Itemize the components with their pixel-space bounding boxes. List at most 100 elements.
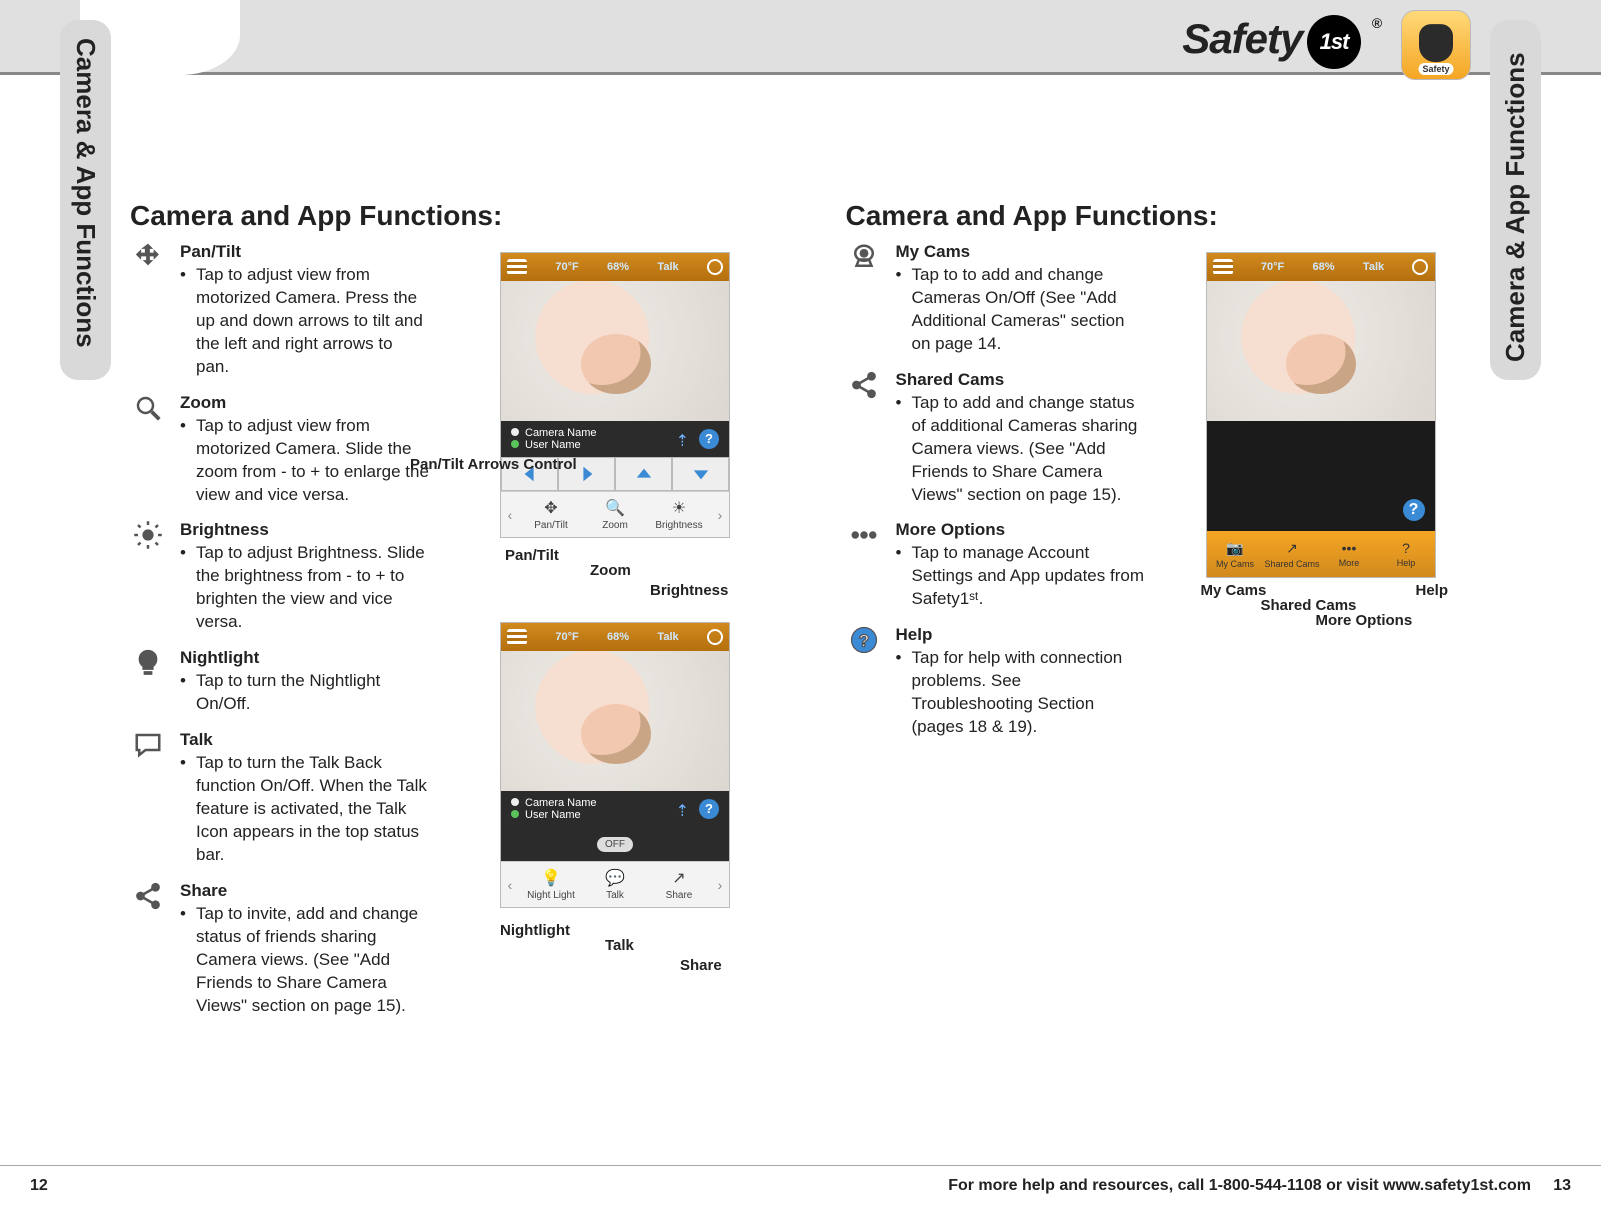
page-number-right: 13	[1553, 1177, 1571, 1194]
feature-desc: Tap for help with connection problems. S…	[896, 647, 1146, 739]
feature-desc: Tap to adjust view from motorized Camera…	[180, 415, 430, 507]
feature-help: ? Help Tap for help with connection prob…	[846, 625, 1146, 739]
dark-panel: ?	[1207, 421, 1435, 531]
phone-top-bar: 70°F 68% Talk	[1207, 253, 1435, 281]
tab-sharedcams: ↗Shared Cams	[1264, 531, 1321, 577]
temp-value: 70°F	[1261, 261, 1284, 273]
feature-title: Help	[896, 625, 1146, 645]
brand-badge: 1st	[1307, 15, 1361, 69]
nav-next: ›	[711, 862, 729, 907]
feature-desc: Tap to turn the Nightlight On/Off.	[180, 670, 430, 716]
phone-screenshot-2: 70°F 68% Talk Camera Name User Name ⇡ ?	[500, 622, 730, 908]
feature-title: Shared Cams	[896, 370, 1146, 390]
tab-nightlight: 💡Night Light	[519, 862, 583, 907]
menu-icon	[1213, 259, 1233, 275]
phone-top-bar: 70°F 68% Talk	[501, 253, 729, 281]
help-feature-icon: ?	[846, 625, 882, 661]
user-name: User Name	[525, 809, 581, 821]
share-icon	[130, 881, 166, 917]
right-column: Camera and App Functions: My Cams Tap to…	[846, 200, 1472, 1150]
humid-value: 68%	[607, 261, 629, 273]
zoom-icon	[130, 393, 166, 429]
toggle-bar: OFF	[501, 827, 729, 861]
page-footer: 12 For more help and resources, call 1-8…	[0, 1165, 1601, 1205]
phone-bottom-tabs: 📷My Cams ↗Shared Cams •••More ?Help	[1207, 531, 1435, 577]
left-column: Camera and App Functions: Pan/Tilt Tap t…	[130, 200, 756, 1150]
app-icon-label: Safety	[1418, 63, 1453, 75]
brightness-icon	[130, 520, 166, 556]
tab-mycams: 📷My Cams	[1207, 531, 1264, 577]
feature-title: Pan/Tilt	[180, 242, 430, 262]
talk-status: Talk	[1363, 261, 1384, 273]
content-columns: Camera and App Functions: Pan/Tilt Tap t…	[130, 200, 1471, 1150]
feature-mycams: My Cams Tap to to add and change Cameras…	[846, 242, 1146, 356]
feature-title: My Cams	[896, 242, 1146, 262]
callout-talk: Talk	[605, 937, 634, 954]
humid-value: 68%	[1313, 261, 1335, 273]
brand-logo: Safety 1st ®	[1182, 15, 1381, 69]
side-tab-right: Camera & App Functions	[1490, 20, 1541, 380]
callout-pantilt: Pan/Tilt	[505, 547, 559, 564]
wifi-icon: ⇡	[676, 801, 689, 821]
feature-title: Brightness	[180, 520, 430, 540]
callout-help: Help	[1416, 582, 1449, 599]
help-icon: ?	[699, 799, 719, 819]
feature-title: More Options	[896, 520, 1146, 540]
camera-name: Camera Name	[525, 797, 597, 809]
gear-icon	[707, 629, 723, 645]
feature-zoom: Zoom Tap to adjust view from motorized C…	[130, 393, 430, 507]
video-feed	[1207, 281, 1435, 421]
phone-screenshot-3: 70°F 68% Talk ? 📷My Cams ↗Shared Cams	[1206, 252, 1436, 578]
feature-desc: Tap to adjust Brightness. Slide the brig…	[180, 542, 430, 634]
header: Safety 1st ® Safety	[0, 0, 1601, 110]
video-feed	[501, 651, 729, 791]
help-icon: ?	[699, 429, 719, 449]
phone-tab-bar-2: ‹ 💡Night Light 💬Talk ↗Share ›	[501, 861, 729, 907]
page: Safety 1st ® Safety Camera & App Functio…	[0, 0, 1601, 1205]
brand-registered: ®	[1372, 15, 1381, 31]
menu-icon	[507, 259, 527, 275]
toggle-switch: OFF	[597, 837, 633, 852]
feature-brightness: Brightness Tap to adjust Brightness. Sli…	[130, 520, 430, 634]
svg-text:?: ?	[858, 631, 869, 651]
callout-share: Share	[680, 957, 722, 974]
feature-desc: Tap to turn the Talk Back function On/Of…	[180, 752, 430, 867]
temp-value: 70°F	[555, 261, 578, 273]
tab-brightness: ☀Brightness	[647, 492, 711, 537]
feature-desc: Tap to invite, add and change status of …	[180, 903, 430, 1018]
tab-help: ?Help	[1378, 531, 1435, 577]
footer-help-text: For more help and resources, call 1-800-…	[948, 1177, 1531, 1194]
side-tab-left: Camera & App Functions	[60, 20, 111, 380]
user-name: User Name	[525, 439, 581, 451]
phone-screenshot-1: 70°F 68% Talk Camera Name User Name ⇡ ?	[500, 252, 730, 538]
temp-value: 70°F	[555, 631, 578, 643]
nightlight-icon	[130, 648, 166, 684]
right-section-title: Camera and App Functions:	[846, 200, 1472, 232]
feature-title: Nightlight	[180, 648, 430, 668]
tab-pantilt: ✥Pan/Tilt	[519, 492, 583, 537]
feature-desc: Tap to to add and change Cameras On/Off …	[896, 264, 1146, 356]
feature-title: Share	[180, 881, 430, 901]
feature-desc: Tap to add and change status of addition…	[896, 392, 1146, 507]
nav-next: ›	[711, 492, 729, 537]
tab-zoom: 🔍Zoom	[583, 492, 647, 537]
wifi-icon: ⇡	[676, 431, 689, 451]
feature-title: Zoom	[180, 393, 430, 413]
arrow-up	[615, 457, 672, 491]
gear-icon	[1412, 259, 1428, 275]
more-options-icon	[846, 520, 882, 556]
camera-info-bar: Camera Name User Name ⇡ ?	[501, 421, 729, 457]
humid-value: 68%	[607, 631, 629, 643]
feature-nightlight: Nightlight Tap to turn the Nightlight On…	[130, 648, 430, 716]
app-icon: Safety	[1401, 10, 1471, 80]
tab-talk: 💬Talk	[583, 862, 647, 907]
talk-status: Talk	[657, 261, 678, 273]
brand-name: Safety	[1182, 15, 1302, 62]
help-icon: ?	[1403, 499, 1425, 521]
menu-icon	[507, 629, 527, 645]
talk-status: Talk	[657, 631, 678, 643]
arrow-down	[672, 457, 729, 491]
callout-brightness: Brightness	[650, 582, 728, 599]
feature-share: Share Tap to invite, add and change stat…	[130, 881, 430, 1018]
camera-name: Camera Name	[525, 427, 597, 439]
